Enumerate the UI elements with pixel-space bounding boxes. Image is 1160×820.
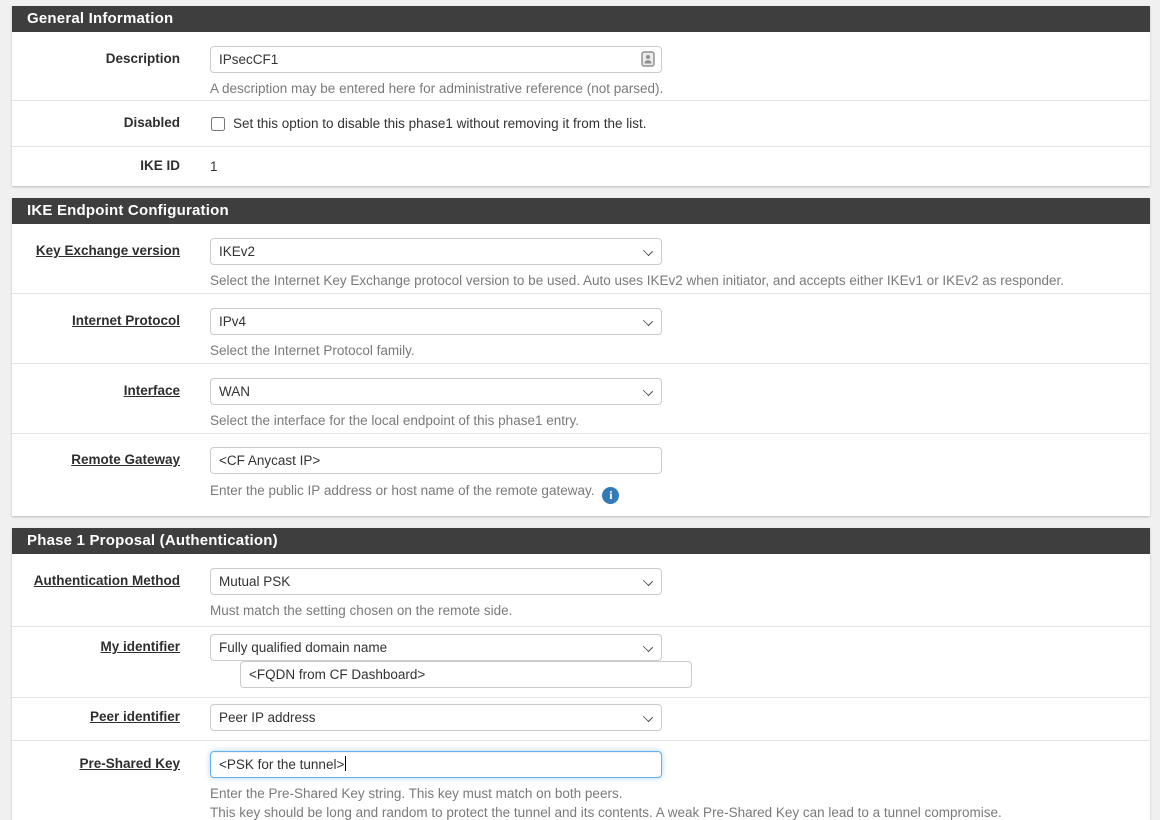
section-header-ike-endpoint: IKE Endpoint Configuration xyxy=(12,198,1150,224)
interface-select[interactable]: WAN xyxy=(210,378,662,405)
authentication-method-label: Authentication Method xyxy=(34,573,180,588)
info-icon[interactable]: i xyxy=(602,487,619,504)
page-content: General Information Description A descri… xyxy=(0,0,1160,820)
description-input[interactable] xyxy=(210,46,662,73)
section-title: General Information xyxy=(27,10,173,27)
section-header-phase1-proposal: Phase 1 Proposal (Authentication) xyxy=(12,528,1150,554)
internet-protocol-row: Internet Protocol IPv4 Select the Intern… xyxy=(12,294,1150,364)
pre-shared-key-label: Pre-Shared Key xyxy=(79,756,180,771)
peer-identifier-row: Peer identifier Peer IP address xyxy=(12,698,1150,741)
authentication-method-row: Authentication Method Mutual PSK Must ma… xyxy=(12,554,1150,627)
description-label: Description xyxy=(106,51,180,66)
disabled-checkbox-label[interactable]: Set this option to disable this phase1 w… xyxy=(233,115,646,132)
pre-shared-key-value: <PSK for the tunnel> xyxy=(219,757,344,772)
interface-label: Interface xyxy=(124,383,180,398)
text-caret xyxy=(345,756,346,771)
ike-id-value: 1 xyxy=(210,158,1144,175)
internet-protocol-select[interactable]: IPv4 xyxy=(210,308,662,335)
autofill-contact-icon[interactable] xyxy=(641,51,655,67)
my-identifier-input[interactable] xyxy=(240,661,692,688)
my-identifier-label: My identifier xyxy=(100,639,180,654)
interface-help: Select the interface for the local endpo… xyxy=(210,412,1144,429)
key-exchange-version-select[interactable]: IKEv2 xyxy=(210,238,662,265)
authentication-method-select[interactable]: Mutual PSK xyxy=(210,568,662,595)
ike-id-label: IKE ID xyxy=(140,158,180,173)
section-title: Phase 1 Proposal (Authentication) xyxy=(27,532,278,549)
section-phase1-proposal-authentication: Phase 1 Proposal (Authentication) Authen… xyxy=(12,528,1150,820)
ike-id-row: IKE ID 1 xyxy=(12,147,1150,186)
description-row: Description A description may be entered… xyxy=(12,32,1150,101)
remote-gateway-input[interactable] xyxy=(210,447,662,474)
internet-protocol-label: Internet Protocol xyxy=(72,313,180,328)
internet-protocol-help: Select the Internet Protocol family. xyxy=(210,342,1144,359)
my-identifier-select[interactable]: Fully qualified domain name xyxy=(210,634,662,661)
key-exchange-version-row: Key Exchange version IKEv2 Select the In… xyxy=(12,224,1150,294)
pre-shared-key-help-2: This key should be long and random to pr… xyxy=(210,803,1144,820)
disabled-label: Disabled xyxy=(124,115,180,130)
section-general-information: General Information Description A descri… xyxy=(12,6,1150,186)
section-title: IKE Endpoint Configuration xyxy=(27,202,229,219)
key-exchange-version-label: Key Exchange version xyxy=(36,243,180,258)
remote-gateway-label: Remote Gateway xyxy=(71,452,180,467)
key-exchange-version-help: Select the Internet Key Exchange protoco… xyxy=(210,272,1144,289)
my-identifier-row: My identifier Fully qualified domain nam… xyxy=(12,627,1150,698)
disabled-row: Disabled Set this option to disable this… xyxy=(12,101,1150,147)
section-header-general: General Information xyxy=(12,6,1150,32)
remote-gateway-row: Remote Gateway Enter the public IP addre… xyxy=(12,434,1150,516)
interface-row: Interface WAN Select the interface for t… xyxy=(12,364,1150,434)
disabled-checkbox[interactable] xyxy=(211,117,225,131)
remote-gateway-help: Enter the public IP address or host name… xyxy=(210,483,594,498)
peer-identifier-select[interactable]: Peer IP address xyxy=(210,704,662,731)
authentication-method-help: Must match the setting chosen on the rem… xyxy=(210,602,1144,619)
description-help: A description may be entered here for ad… xyxy=(210,80,1144,97)
pre-shared-key-row: Pre-Shared Key <PSK for the tunnel> Ente… xyxy=(12,741,1150,820)
section-ike-endpoint-configuration: IKE Endpoint Configuration Key Exchange … xyxy=(12,198,1150,516)
pre-shared-key-help-1: Enter the Pre-Shared Key string. This ke… xyxy=(210,784,1144,803)
peer-identifier-label: Peer identifier xyxy=(90,709,180,724)
pre-shared-key-input[interactable]: <PSK for the tunnel> xyxy=(210,751,662,778)
